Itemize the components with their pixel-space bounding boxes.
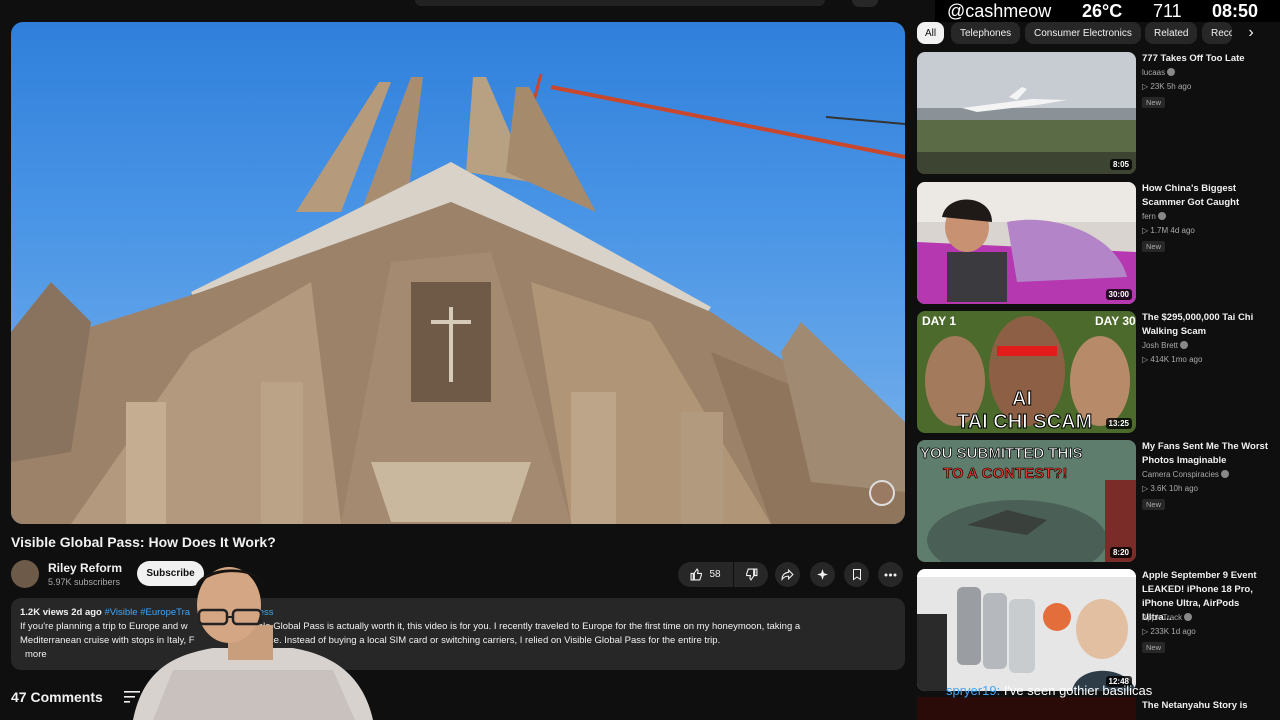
recommendation-item[interactable]: YOU SUBMITTED THIS TO A CONTEST?! 8:20 M… <box>917 440 1269 562</box>
overlay-temperature: 26°C <box>1082 1 1123 21</box>
thumb-text-ai: AI <box>1012 388 1032 410</box>
video-thumbnail[interactable]: 30:00 <box>917 182 1136 304</box>
recommendation-title[interactable]: The Netanyahu Story is <box>1142 699 1269 713</box>
verified-icon <box>1180 341 1189 349</box>
video-duration: 8:20 <box>1109 547 1132 558</box>
video-duration: 30:00 <box>1105 289 1132 300</box>
chat-text: I've seen gothier basilicas <box>1003 683 1153 698</box>
new-badge: New <box>1142 642 1166 653</box>
overlay-time: 08:50 <box>1212 1 1259 21</box>
video-duration: 8:05 <box>1109 159 1132 170</box>
thumb-text-day1: DAY 1 <box>922 314 956 328</box>
recommendation-item[interactable]: 30:00 How China's Biggest Scammer Got Ca… <box>917 182 1267 304</box>
chip-all[interactable]: All <box>917 22 944 44</box>
recommendation-channel[interactable]: Josh Brett <box>1142 341 1178 350</box>
voice-search-button[interactable] <box>852 0 878 7</box>
recommendation-views: ▷ 233K 1d ago <box>1142 627 1196 636</box>
recommendation-title[interactable]: How China's Biggest Scammer Got Caught <box>1142 182 1269 210</box>
recommendation-title[interactable]: 777 Takes Off Too Late <box>1142 52 1269 66</box>
recommendation-views: ▷ 23K 5h ago <box>1142 82 1192 91</box>
stream-overlay: @cashmeow 26°C 711 08:50 <box>935 0 1280 22</box>
channel-name[interactable]: Riley Reform <box>48 561 122 575</box>
share-icon <box>781 568 794 581</box>
more-horizontal-icon <box>884 573 897 576</box>
chip-telephones[interactable]: Telephones <box>951 22 1021 44</box>
verified-icon <box>1184 613 1193 621</box>
recommendation-channel[interactable]: Camera Conspiracies <box>1142 470 1219 479</box>
thumb-text-day30: DAY 30 <box>1095 314 1136 328</box>
new-badge: New <box>1142 499 1166 510</box>
thumb-text-scam: TAI CHI SCAM <box>957 411 1092 433</box>
channel-watermark[interactable] <box>869 480 895 506</box>
new-badge: New <box>1142 97 1166 108</box>
recommendation-views: ▷ 3.6K 10h ago <box>1142 484 1198 493</box>
sparkle-icon <box>817 569 828 580</box>
channel-avatar[interactable] <box>11 560 39 588</box>
thumbs-down-icon <box>745 568 757 581</box>
video-frame-image <box>11 73 905 524</box>
recommendation-channel[interactable]: lucaas <box>1142 68 1165 77</box>
youtube-watch-page: @cashmeow 26°C 711 08:50 Visible Global … <box>0 0 1280 720</box>
chip-related[interactable]: Related <box>1145 22 1198 44</box>
dislike-button[interactable] <box>734 562 768 587</box>
comments-count: 47 Comments <box>11 689 103 705</box>
like-count: 58 <box>709 569 721 580</box>
recommendation-views: ▷ 414K 1mo ago <box>1142 355 1203 364</box>
bookmark-icon <box>852 569 861 581</box>
overlay-handle: @cashmeow <box>947 1 1052 21</box>
video-thumbnail[interactable]: DAY 1 DAY 30 AI TAI CHI SCAM 13:25 <box>917 311 1136 433</box>
recommendation-channel[interactable]: fern <box>1142 212 1156 221</box>
stream-chat-message: spryer19: I've seen gothier basilicas <box>946 683 1152 698</box>
subscriber-count: 5.97K subscribers <box>48 577 121 587</box>
search-bar[interactable] <box>415 0 825 6</box>
ask-ai-button[interactable] <box>810 562 835 587</box>
recommendation-title[interactable]: My Fans Sent Me The Worst Photos Imagina… <box>1142 440 1269 468</box>
view-count-date: 1.2K views 2d ago <box>20 607 102 618</box>
video-title: Visible Global Pass: How Does It Work? <box>11 534 276 550</box>
video-player[interactable] <box>11 22 905 524</box>
video-thumbnail[interactable]: 8:05 <box>917 52 1136 174</box>
recommendation-channel[interactable]: AppleTrack <box>1142 613 1182 622</box>
video-thumbnail[interactable]: 12:48 <box>917 569 1136 691</box>
like-button[interactable]: 58 <box>678 562 733 587</box>
recommendation-item[interactable]: DAY 1 DAY 30 AI TAI CHI SCAM 13:25 The $… <box>917 311 1267 433</box>
verified-icon <box>1220 470 1229 478</box>
chip-recently-uploaded[interactable]: Reco <box>1202 22 1232 44</box>
chat-username: spryer19: <box>946 683 1001 698</box>
recommendation-title[interactable]: The $295,000,000 Tai Chi Walking Scam <box>1142 311 1269 339</box>
recommendation-views: ▷ 1.7M 4d ago <box>1142 226 1195 235</box>
streamer-webcam <box>133 567 373 720</box>
chip-consumer-electronics[interactable]: Consumer Electronics <box>1025 22 1141 44</box>
overlay-count: 711 <box>1153 1 1182 21</box>
new-badge: New <box>1142 241 1166 252</box>
thumb-text-contest-1: YOU SUBMITTED THIS <box>920 445 1083 462</box>
more-actions-button[interactable] <box>878 562 903 587</box>
video-thumbnail[interactable] <box>917 697 1136 720</box>
video-thumbnail[interactable]: YOU SUBMITTED THIS TO A CONTEST?! 8:20 <box>917 440 1136 562</box>
save-button[interactable] <box>844 562 869 587</box>
recommendation-item[interactable]: 8:05 777 Takes Off Too Late lucaas ▷ 23K… <box>917 52 1267 174</box>
share-button[interactable] <box>775 562 800 587</box>
thumb-text-contest-2: TO A CONTEST?! <box>943 465 1067 482</box>
video-duration: 13:25 <box>1105 418 1132 429</box>
thumbs-up-icon <box>690 568 703 581</box>
chevron-right-icon[interactable]: › <box>1240 22 1262 44</box>
verified-icon <box>1167 68 1176 76</box>
verified-icon <box>1157 212 1166 220</box>
recommendation-item[interactable]: 12:48 Apple September 9 Event LEAKED! iP… <box>917 569 1267 691</box>
